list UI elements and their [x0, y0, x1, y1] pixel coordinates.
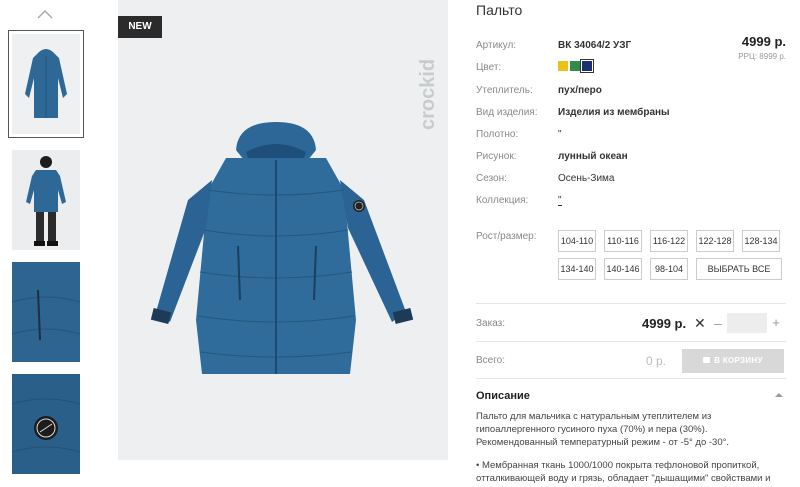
thumbnail-jacket-front[interactable] [8, 30, 84, 138]
size-option[interactable]: 140-146 [604, 258, 642, 280]
jacket-thumbnail-image [12, 34, 80, 134]
size-option[interactable]: 128-134 [742, 230, 780, 252]
insulation-value: пух/перо [558, 85, 602, 96]
chevron-up-icon[interactable] [774, 390, 784, 400]
product-title: Пальто [476, 2, 523, 18]
coat-illustration [150, 122, 414, 374]
cart-icon [703, 356, 711, 363]
collection-value[interactable]: " [558, 195, 562, 206]
color-label: Цвет: [476, 62, 502, 73]
thumbnail-list [8, 30, 84, 486]
quantity-increase-button[interactable]: + [770, 314, 782, 332]
description-paragraph: • Мембранная ткань 1000/1000 покрыта теф… [476, 460, 771, 484]
season-value: Осень-Зима [558, 173, 615, 184]
multiply-icon: ✕ [694, 315, 706, 331]
collection-label: Коллекция: [476, 195, 529, 206]
quantity-decrease-button[interactable]: – [712, 314, 724, 332]
insulation-label: Утеплитель: [476, 85, 533, 96]
order-label: Заказ: [476, 318, 506, 329]
pattern-value: лунный океан [558, 151, 628, 162]
order-price: 4999 р. [642, 316, 687, 331]
description-paragraph: Пальто для мальчика с натуральным утепли… [476, 411, 730, 448]
quantity-input[interactable] [727, 313, 767, 333]
divider [476, 341, 786, 342]
type-label: Вид изделия: [476, 107, 538, 118]
season-label: Сезон: [476, 173, 507, 184]
color-swatch-green[interactable] [570, 61, 580, 71]
badge-thumbnail-image [12, 374, 80, 474]
total-value: 0 р. [646, 354, 667, 368]
select-all-sizes-button[interactable]: ВЫБРАТЬ ВСЕ [696, 258, 782, 280]
size-option[interactable]: 98-104 [650, 258, 688, 280]
color-swatch-yellow[interactable] [558, 61, 568, 71]
main-product-image: NEW crockid [118, 0, 448, 460]
product-price: 4999 р. [741, 34, 786, 49]
collection-link[interactable]: " [558, 196, 562, 206]
model-thumbnail-image [12, 150, 80, 250]
thumbnail-badge-detail[interactable] [12, 374, 80, 474]
size-label: Рост/размер: [476, 231, 537, 242]
description-title: Описание [476, 390, 530, 402]
thumbnail-pocket-detail[interactable] [12, 262, 80, 362]
chevron-up-icon[interactable] [36, 8, 54, 20]
article-label: Артикул: [476, 40, 517, 51]
size-option[interactable]: 110-116 [604, 230, 642, 252]
thumbnail-child-model[interactable] [12, 150, 80, 250]
type-value: Изделия из мембраны [558, 107, 670, 118]
pocket-thumbnail-image [12, 262, 80, 362]
add-to-cart-button[interactable]: В КОРЗИНУ [682, 349, 784, 373]
size-option[interactable]: 122-128 [696, 230, 734, 252]
size-option[interactable]: 116-122 [650, 230, 688, 252]
total-label: Всего: [476, 355, 505, 366]
divider [476, 303, 786, 304]
pattern-label: Рисунок: [476, 151, 517, 162]
divider [476, 378, 786, 379]
color-swatch-navy[interactable] [580, 59, 594, 73]
article-value: ВК 34064/2 УЗГ [558, 40, 632, 51]
add-to-cart-label: В КОРЗИНУ [714, 356, 763, 365]
fabric-value: " [558, 129, 562, 140]
fabric-label: Полотно: [476, 129, 519, 140]
recommended-price: РРЦ: 8999 р. [738, 52, 786, 61]
color-swatches [558, 59, 594, 73]
size-option[interactable]: 104-110 [558, 230, 596, 252]
size-option[interactable]: 134-140 [558, 258, 596, 280]
